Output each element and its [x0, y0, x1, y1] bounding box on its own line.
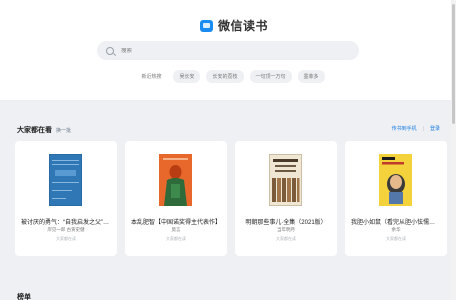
header-area: 微信读书 新近热搜 吴长安 长安的荔枝 一句顶一万句 墨菲多 [0, 0, 456, 100]
book-card[interactable]: 我胆小如鼠（看完从胆小怯懦变自信） 余华 大家都在读 [345, 141, 447, 256]
divider: | [422, 125, 424, 132]
scrollbar-thumb[interactable] [452, 4, 455, 124]
app-title: 微信读书 [218, 19, 269, 33]
book-cover-image[interactable] [379, 154, 412, 206]
book-title: 本乱肥智【中国诺奖得主代表作】 [131, 220, 222, 226]
book-title: 我胆小如鼠（看完从胆小怯懦变自信） [351, 220, 447, 226]
book-title: 明朝那些事儿·全集（2021版） [245, 220, 327, 226]
hot-tag[interactable]: 一句顶一万句 [249, 70, 292, 83]
book-card[interactable]: 本乱肥智【中国诺奖得主代表作】 莫言 大家都在读 [125, 141, 227, 256]
hot-tag[interactable]: 墨菲多 [297, 70, 325, 83]
book-source: 大家都在读 [56, 236, 76, 241]
section-header: 大家都在看 换一批 [17, 125, 71, 135]
book-cover-image[interactable] [49, 154, 82, 206]
book-source: 大家都在读 [276, 236, 296, 241]
rankings-section-title: 榜单 [17, 294, 31, 300]
page-scrollbar[interactable] [451, 0, 456, 300]
search-icon [106, 46, 114, 55]
book-source: 大家都在读 [166, 236, 186, 241]
header-links: 传书到手机 | 登录 [392, 125, 440, 133]
refresh-link[interactable]: 换一批 [56, 127, 71, 134]
hot-search-tags: 新近热搜 吴长安 长安的荔枝 一句顶一万句 墨菲多 [0, 70, 456, 83]
search-input[interactable] [121, 47, 341, 54]
section-title: 大家都在看 [17, 127, 52, 134]
hot-tag[interactable]: 长安的荔枝 [206, 70, 244, 83]
hot-tag[interactable]: 吴长安 [173, 70, 201, 83]
book-card[interactable]: 明朝那些事儿·全集（2021版） 当年明月 大家都在读 [235, 141, 337, 256]
book-logo-icon [200, 19, 213, 32]
book-cover-image[interactable] [159, 154, 192, 206]
hot-tag-label: 新近热搜 [141, 74, 162, 80]
book-source: 大家都在读 [386, 236, 406, 241]
book-title: 被讨厌的勇气：“自我启发之父”阿德勒的哲学课 [21, 220, 117, 226]
book-cover-image[interactable] [269, 154, 302, 206]
book-author: 莫言 [171, 227, 181, 232]
book-author: 当年明月 [277, 227, 295, 232]
main-content: 大家都在看 换一批 传书到手机 | 登录 被讨厌的勇气：“自我启发之父”阿德勒的… [0, 100, 456, 300]
login-link[interactable]: 登录 [430, 125, 440, 132]
book-card[interactable]: 被讨厌的勇气：“自我启发之父”阿德勒的哲学课 岸见一郎 古贺史健 大家都在读 [15, 141, 117, 256]
send-to-phone-link[interactable]: 传书到手机 [392, 125, 417, 132]
book-author: 余华 [391, 227, 401, 232]
book-author: 岸见一郎 古贺史健 [47, 227, 85, 232]
app-logo[interactable]: 微信读书 [200, 17, 268, 34]
book-card-list: 被讨厌的勇气：“自我启发之父”阿德勒的哲学课 岸见一郎 古贺史健 大家都在读 本… [15, 141, 447, 256]
search-bar[interactable] [97, 41, 359, 60]
